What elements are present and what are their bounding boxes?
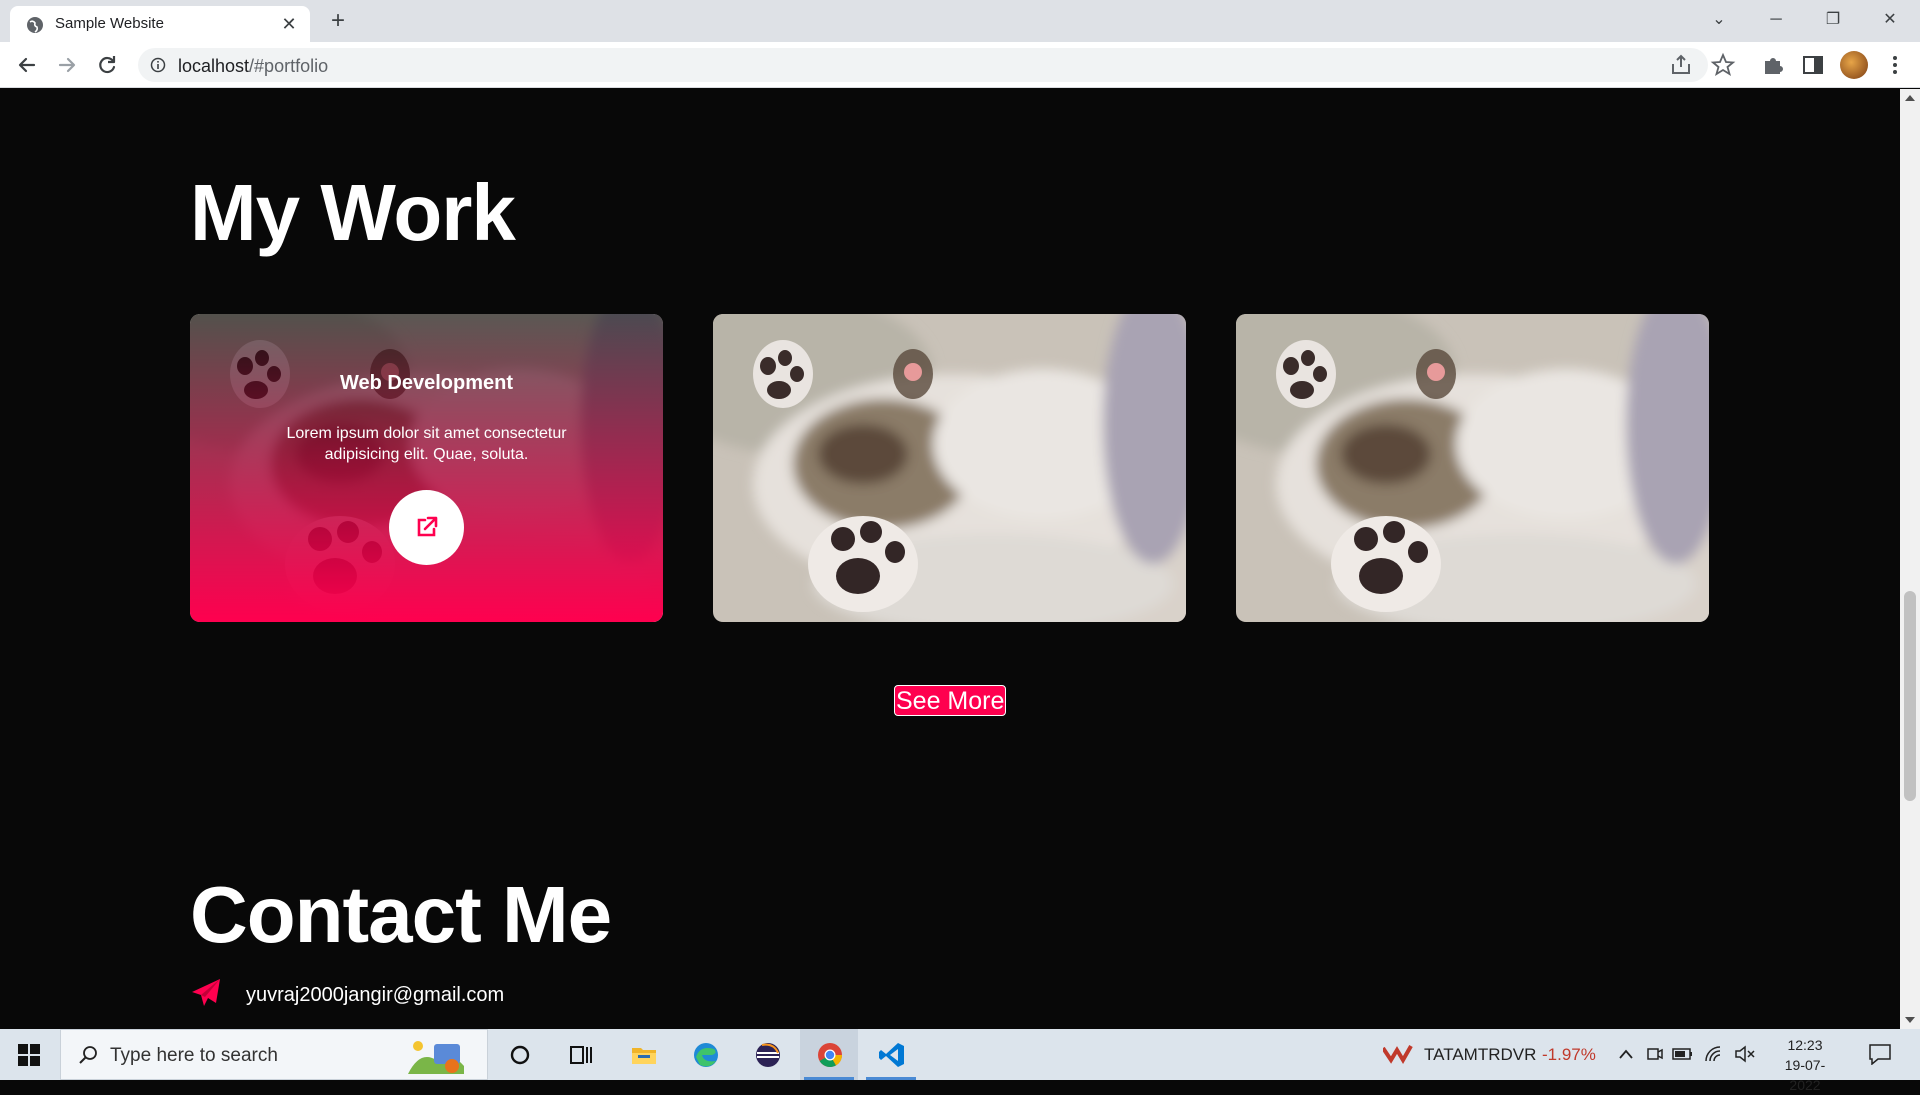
battery-icon[interactable]: [1672, 1047, 1694, 1061]
notification-center-icon[interactable]: [1868, 1043, 1892, 1065]
external-link-icon: [417, 516, 438, 537]
windows-start-icon[interactable]: [18, 1044, 40, 1066]
taskbar: Type here to search TATAMTRDVR -1.97% 12…: [0, 1029, 1920, 1093]
site-info-icon[interactable]: [150, 57, 166, 73]
clock-time: 12:23: [1787, 1037, 1823, 1053]
tab-search-chevron-icon[interactable]: ⌄: [1699, 4, 1739, 36]
browser-titlebar: Sample Website ✕ + ⌄ ─ ❐ ✕: [0, 0, 1920, 42]
card-title: Web Development: [340, 372, 513, 394]
share-icon[interactable]: [1668, 52, 1694, 78]
stock-logo-icon[interactable]: [1383, 1044, 1413, 1064]
url-text: localhost/#portfolio: [178, 56, 329, 76]
folder-icon: [632, 1048, 656, 1064]
tab-title: Sample Website: [55, 15, 164, 32]
kitten-photo: [713, 314, 1186, 622]
reload-icon[interactable]: [92, 50, 122, 80]
back-arrow-icon[interactable]: [12, 50, 42, 80]
extensions-puzzle-icon[interactable]: [1760, 52, 1786, 78]
cortana-circle-icon: [510, 1045, 530, 1065]
bookmark-star-icon[interactable]: [1710, 52, 1736, 78]
restore-icon[interactable]: ❐: [1813, 4, 1853, 36]
edge-browser-icon: [694, 1043, 718, 1067]
clock-date: 19-07-2022: [1784, 1057, 1826, 1093]
tab-close-icon[interactable]: ✕: [278, 13, 300, 35]
globe-icon: [27, 17, 43, 33]
eclipse-ide-icon: [756, 1043, 780, 1067]
contact-heading: Contact Me: [190, 870, 612, 959]
stock-change: -1.97%: [1542, 1045, 1596, 1064]
minimize-icon[interactable]: ─: [1756, 4, 1796, 36]
scroll-down-arrow-icon[interactable]: [1905, 1017, 1915, 1023]
portfolio-card-web-development[interactable]: Web Development Lorem ipsum dolor sit am…: [190, 314, 663, 622]
close-window-icon[interactable]: ✕: [1870, 4, 1910, 36]
new-tab-icon[interactable]: +: [324, 8, 352, 36]
taskbar-cortana[interactable]: [490, 1029, 548, 1080]
portfolio-card[interactable]: [713, 314, 1186, 622]
taskbar-search-input[interactable]: Type here to search: [60, 1029, 488, 1080]
volume-muted-icon[interactable]: [1734, 1045, 1756, 1063]
search-placeholder: Type here to search: [110, 1045, 278, 1066]
meet-now-icon[interactable]: [1646, 1045, 1664, 1063]
portfolio-card[interactable]: [1236, 314, 1709, 622]
wifi-icon[interactable]: [1704, 1045, 1724, 1063]
chrome-browser-icon: [818, 1043, 842, 1068]
menu-dots-icon[interactable]: [1882, 52, 1908, 78]
work-heading: My Work: [190, 168, 516, 257]
contact-email[interactable]: yuvraj2000jangir@gmail.com: [246, 984, 504, 1007]
scroll-up-arrow-icon[interactable]: [1905, 95, 1915, 101]
taskbar-file-explorer[interactable]: [614, 1029, 672, 1080]
profile-avatar[interactable]: [1840, 51, 1868, 79]
side-panel-icon[interactable]: [1800, 52, 1826, 78]
vscode-icon: [879, 1043, 904, 1067]
paper-plane-icon: [192, 979, 220, 1006]
card-overlay: Web Development Lorem ipsum dolor sit am…: [190, 314, 663, 622]
scroll-thumb[interactable]: [1904, 591, 1916, 801]
search-icon: [79, 1046, 97, 1064]
browser-tab[interactable]: Sample Website ✕: [10, 6, 310, 42]
stock-name[interactable]: TATAMTRDVR: [1424, 1045, 1536, 1065]
page-viewport: My Work Web Development Lorem ipsum dolo…: [0, 89, 1900, 1029]
address-bar[interactable]: localhost/#portfolio: [138, 48, 1708, 82]
task-view-icon: [570, 1046, 592, 1064]
taskbar-vscode[interactable]: [862, 1029, 920, 1080]
taskbar-chrome[interactable]: [800, 1029, 858, 1080]
forward-arrow-icon[interactable]: [52, 50, 82, 80]
card-external-link-button[interactable]: [389, 490, 464, 565]
search-highlight-art-icon: [408, 1041, 464, 1074]
chevron-up-icon[interactable]: [1618, 1047, 1634, 1061]
kitten-photo: [1236, 314, 1709, 622]
page-scrollbar[interactable]: [1900, 89, 1920, 1029]
taskbar-task-view[interactable]: [551, 1029, 609, 1080]
see-more-button[interactable]: See More: [894, 685, 1007, 716]
taskbar-eclipse[interactable]: [738, 1029, 796, 1080]
system-clock[interactable]: 12:23 19-07-2022: [1770, 1035, 1840, 1095]
card-description: Lorem ipsum dolor sit amet consectetur a…: [286, 425, 567, 463]
browser-toolbar: localhost/#portfolio: [0, 42, 1920, 88]
taskbar-edge[interactable]: [676, 1029, 734, 1080]
